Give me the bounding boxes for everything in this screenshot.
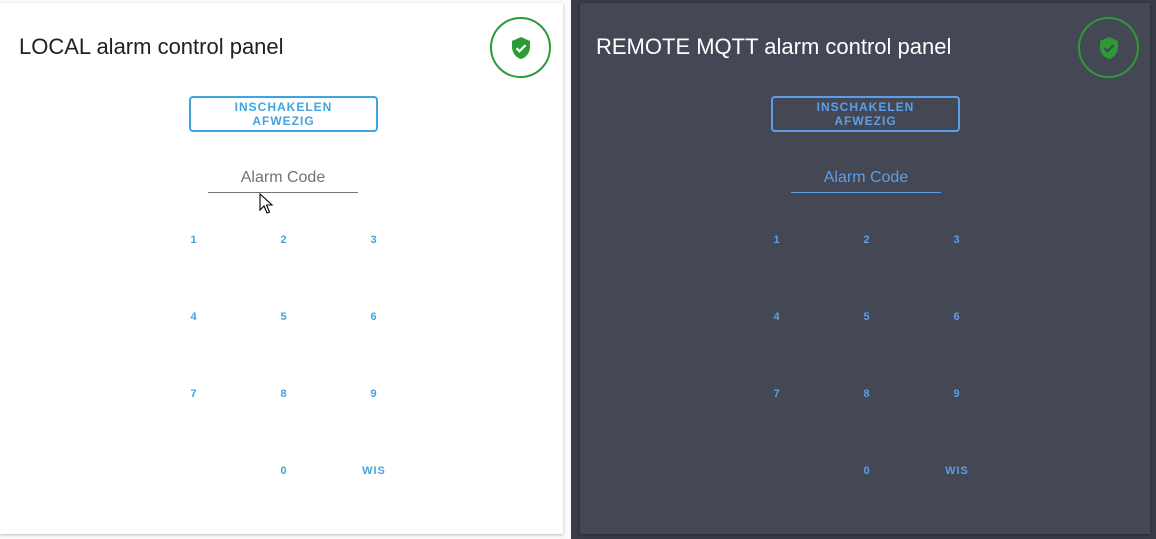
card-title: REMOTE MQTT alarm control panel bbox=[596, 34, 952, 59]
keypad-key-9[interactable]: 9 bbox=[344, 379, 404, 409]
keypad-clear-button[interactable]: WIS bbox=[344, 456, 404, 486]
alarm-code-input[interactable] bbox=[791, 165, 941, 187]
keypad-key-6[interactable]: 6 bbox=[344, 302, 404, 332]
keypad-key-4[interactable]: 4 bbox=[164, 302, 224, 332]
keypad-key-7[interactable]: 7 bbox=[747, 379, 807, 409]
alarm-state-badge bbox=[1078, 17, 1139, 78]
mouse-pointer-icon bbox=[259, 193, 274, 214]
keypad-key-5[interactable]: 5 bbox=[254, 302, 314, 332]
keypad-key-5[interactable]: 5 bbox=[837, 302, 897, 332]
keypad-key-6[interactable]: 6 bbox=[927, 302, 987, 332]
alarm-state-badge bbox=[490, 17, 551, 78]
shield-check-icon bbox=[1099, 36, 1118, 59]
keypad-key-1[interactable]: 1 bbox=[747, 225, 807, 255]
keypad-key-3[interactable]: 3 bbox=[927, 225, 987, 255]
keypad-key-3[interactable]: 3 bbox=[344, 225, 404, 255]
remote-mqtt-alarm-panel-card: REMOTE MQTT alarm control panel INSCHAKE… bbox=[580, 3, 1150, 534]
alarm-code-input[interactable] bbox=[208, 165, 358, 187]
card-title: LOCAL alarm control panel bbox=[19, 34, 284, 59]
keypad-key-8[interactable]: 8 bbox=[837, 379, 897, 409]
keypad-key-7[interactable]: 7 bbox=[164, 379, 224, 409]
keypad-key-9[interactable]: 9 bbox=[927, 379, 987, 409]
keypad-key-2[interactable]: 2 bbox=[254, 225, 314, 255]
arm-away-button[interactable]: INSCHAKELEN AFWEZIG bbox=[189, 96, 378, 132]
keypad-key-4[interactable]: 4 bbox=[747, 302, 807, 332]
shield-check-icon bbox=[511, 36, 530, 59]
keypad-key-0[interactable]: 0 bbox=[254, 456, 314, 486]
keypad-key-2[interactable]: 2 bbox=[837, 225, 897, 255]
keypad-key-8[interactable]: 8 bbox=[254, 379, 314, 409]
keypad-clear-button[interactable]: WIS bbox=[927, 456, 987, 486]
alarm-code-field[interactable] bbox=[791, 165, 941, 193]
local-alarm-panel-card: LOCAL alarm control panel INSCHAKELEN AF… bbox=[0, 3, 563, 534]
keypad-key-1[interactable]: 1 bbox=[164, 225, 224, 255]
keypad-key-0[interactable]: 0 bbox=[837, 456, 897, 486]
alarm-code-field[interactable] bbox=[208, 165, 358, 193]
arm-away-button[interactable]: INSCHAKELEN AFWEZIG bbox=[771, 96, 960, 132]
